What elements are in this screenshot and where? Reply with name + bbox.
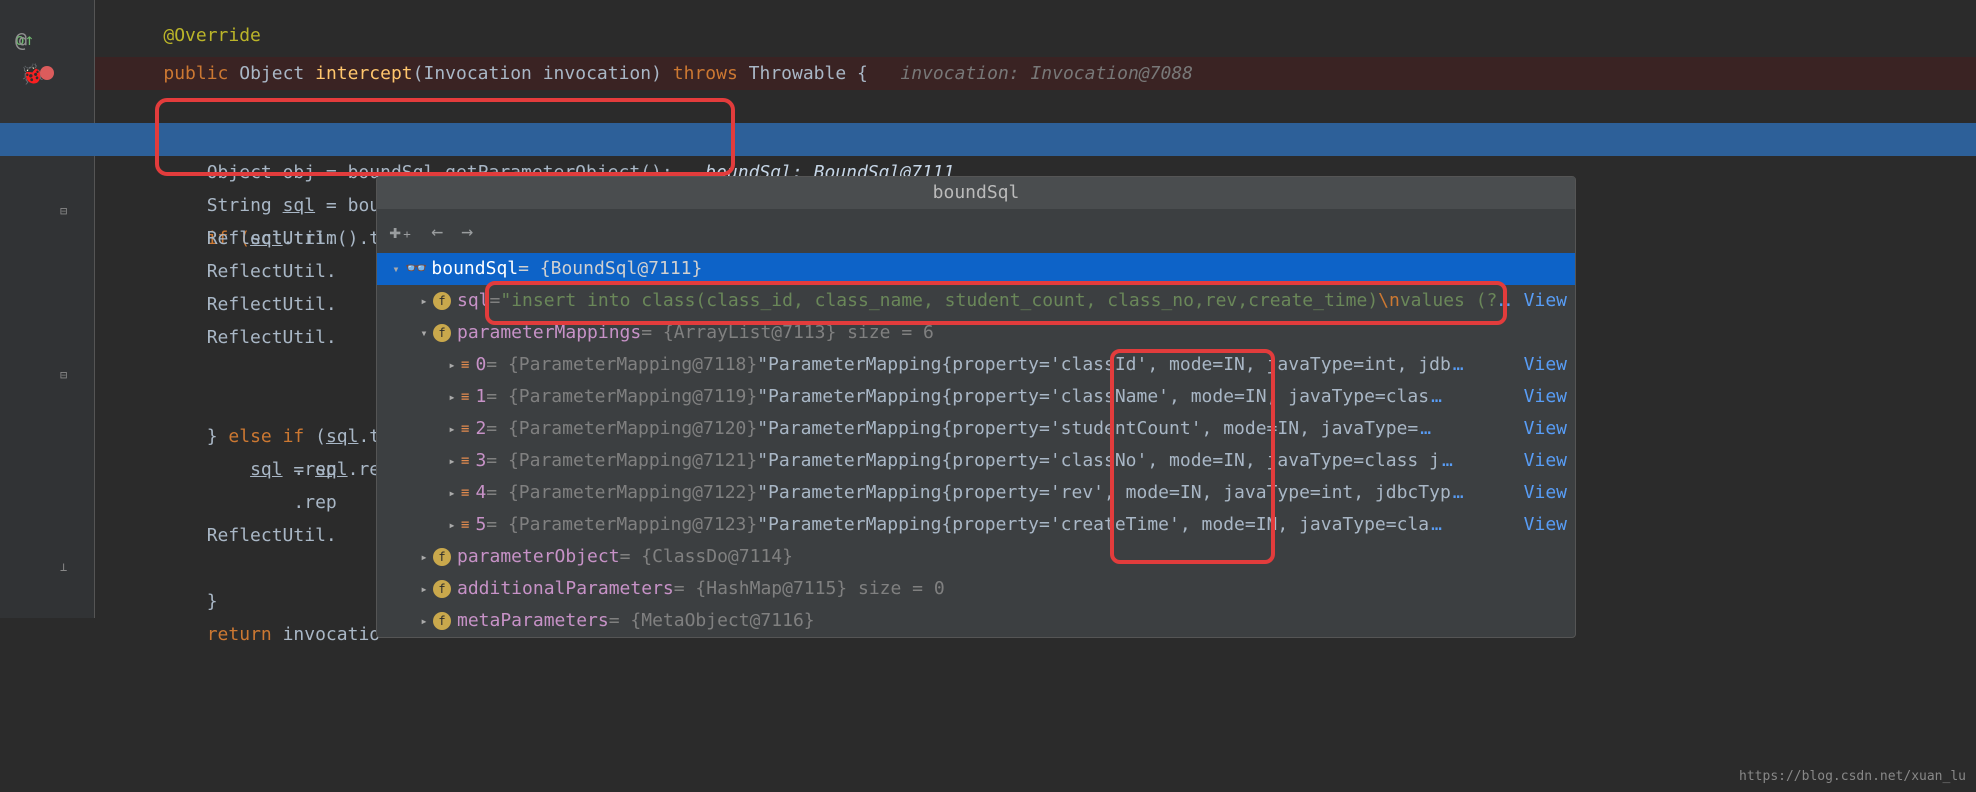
array-element-icon: ≡	[461, 509, 469, 541]
code-line[interactable]: public Object intercept(Invocation invoc…	[0, 24, 1976, 57]
debug-tree-item[interactable]: ≡5 = {ParameterMapping@7123} "ParameterM…	[377, 509, 1575, 541]
array-element-icon: ≡	[461, 413, 469, 445]
debug-tree-root[interactable]: 👓 boundSql = {BoundSql@7111}	[377, 253, 1575, 285]
view-link[interactable]: View	[1524, 477, 1567, 509]
ellipsis-icon[interactable]: …	[1420, 413, 1431, 445]
debug-tree-item[interactable]: ≡3 = {ParameterMapping@7121} "ParameterM…	[377, 445, 1575, 477]
array-element-icon: ≡	[461, 381, 469, 413]
watch-glasses-icon: 👓	[405, 253, 427, 285]
debug-tree-item[interactable]: ≡0 = {ParameterMapping@7118} "ParameterM…	[377, 349, 1575, 381]
debug-popup-toolbar: ✚₊ ← →	[377, 209, 1575, 253]
array-element-icon: ≡	[461, 445, 469, 477]
debug-tree-item[interactable]: f parameterMappings = {ArrayList@7113} s…	[377, 317, 1575, 349]
field-icon: f	[433, 580, 451, 598]
chevron-right-icon[interactable]	[415, 605, 433, 637]
chevron-right-icon[interactable]	[443, 349, 461, 381]
code-line[interactable]: BoundSql boundSql = statementHandler.get…	[0, 90, 1976, 123]
view-link[interactable]: View	[1524, 381, 1567, 413]
array-element-icon: ≡	[461, 477, 469, 509]
code-line-breakpoint[interactable]: StatementHandler statementHandler = (Sta…	[0, 57, 1976, 90]
ellipsis-icon[interactable]: …	[1442, 445, 1453, 477]
chevron-right-icon[interactable]	[443, 381, 461, 413]
view-link[interactable]: View	[1524, 349, 1567, 381]
ellipsis-icon[interactable]: …	[1499, 285, 1510, 317]
ellipsis-icon[interactable]: …	[1453, 477, 1464, 509]
code-line[interactable]: @Override	[0, 0, 1976, 24]
code-line-current-execution[interactable]: Object obj = boundSql.getParameterObject…	[0, 123, 1976, 156]
debug-evaluate-popup[interactable]: boundSql ✚₊ ← → 👓 boundSql = {BoundSql@7…	[376, 176, 1576, 638]
ellipsis-icon[interactable]: …	[1453, 349, 1464, 381]
nav-forward-icon[interactable]: →	[461, 219, 473, 243]
ellipsis-icon[interactable]: …	[1431, 381, 1442, 413]
chevron-down-icon[interactable]	[415, 317, 433, 349]
debug-tree-item[interactable]: ≡1 = {ParameterMapping@7119} "ParameterM…	[377, 381, 1575, 413]
field-icon: f	[433, 612, 451, 630]
view-link[interactable]: View	[1524, 285, 1567, 317]
debug-tree-item[interactable]: f additionalParameters = {HashMap@7115} …	[377, 573, 1575, 605]
debug-tree-item[interactable]: f sql = "insert into class(class_id, cla…	[377, 285, 1575, 317]
view-link[interactable]: View	[1524, 413, 1567, 445]
debug-popup-title: boundSql	[377, 177, 1575, 209]
watermark-text: https://blog.csdn.net/xuan_lu	[1739, 769, 1966, 784]
field-icon: f	[433, 324, 451, 342]
chevron-down-icon[interactable]	[387, 253, 405, 285]
chevron-right-icon[interactable]	[415, 573, 433, 605]
view-link[interactable]: View	[1524, 445, 1567, 477]
field-icon: f	[433, 548, 451, 566]
field-icon: f	[433, 292, 451, 310]
chevron-right-icon[interactable]	[443, 413, 461, 445]
view-link[interactable]: View	[1524, 509, 1567, 541]
chevron-right-icon[interactable]	[443, 445, 461, 477]
ellipsis-icon[interactable]: …	[1431, 509, 1442, 541]
debug-tree-item[interactable]: ≡4 = {ParameterMapping@7122} "ParameterM…	[377, 477, 1575, 509]
array-element-icon: ≡	[461, 349, 469, 381]
chevron-right-icon[interactable]	[443, 509, 461, 541]
breakpoint-icon[interactable]	[40, 66, 54, 80]
debug-tree-item[interactable]: f parameterObject = {ClassDo@7114}	[377, 541, 1575, 573]
debug-tree-item[interactable]: f metaParameters = {MetaObject@7116}	[377, 605, 1575, 637]
add-watch-icon[interactable]: ✚₊	[389, 219, 413, 243]
chevron-right-icon[interactable]	[415, 541, 433, 573]
nav-back-icon[interactable]: ←	[431, 219, 443, 243]
chevron-right-icon[interactable]	[443, 477, 461, 509]
chevron-right-icon[interactable]	[415, 285, 433, 317]
debug-tree-item[interactable]: ≡2 = {ParameterMapping@7120} "ParameterM…	[377, 413, 1575, 445]
